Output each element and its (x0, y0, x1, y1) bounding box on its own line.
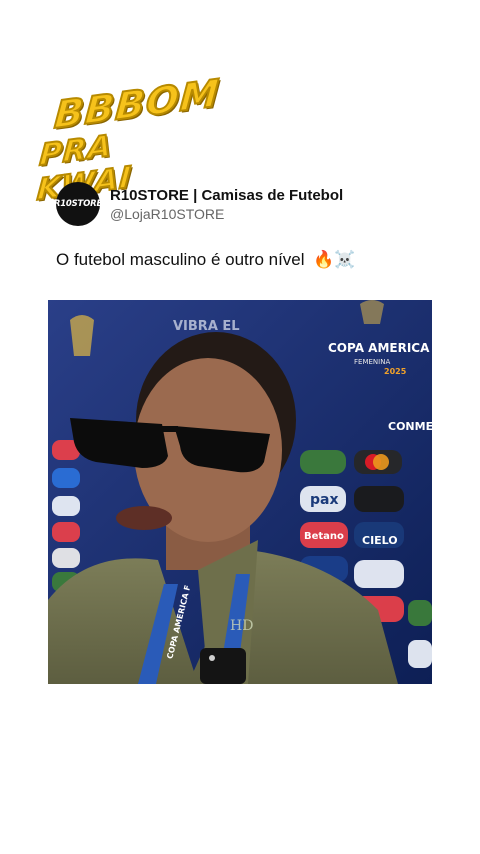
backdrop-vibra-text: VIBRA EL (173, 319, 240, 334)
sponsor-betano: Betano (304, 531, 344, 542)
post-emoji: 🔥☠️ (313, 250, 356, 269)
user-handle[interactable]: @LojaR10STORE (110, 205, 343, 223)
post-text-body: O futebol masculino é outro nível (56, 250, 305, 269)
avatar[interactable]: R10STORE (53, 182, 103, 226)
avatar-text: R10STORE (53, 199, 103, 209)
backdrop-conmebol: CONMEBOL (388, 420, 432, 433)
hd-watermark: HD (230, 618, 254, 634)
sponsor-pax: pax (310, 492, 339, 508)
kwai-logo: BBBOM PRA KWAI (35, 70, 222, 209)
sponsor-cielo: CIELO (362, 534, 398, 547)
post-text: O futebol masculino é outro nível 🔥☠️ (56, 250, 356, 270)
post-video[interactable]: VIBRA EL COPA AMERICA FEMENINA 2025 CONM… (48, 300, 432, 684)
backdrop-tournament-sub: FEMENINA (354, 358, 390, 366)
post-header: R10STORE R10STORE | Camisas de Futebol @… (53, 182, 343, 226)
display-name[interactable]: R10STORE | Camisas de Futebol (110, 186, 343, 205)
backdrop-year: 2025 (384, 367, 407, 376)
backdrop-tournament-text: COPA AMERICA (328, 341, 430, 355)
